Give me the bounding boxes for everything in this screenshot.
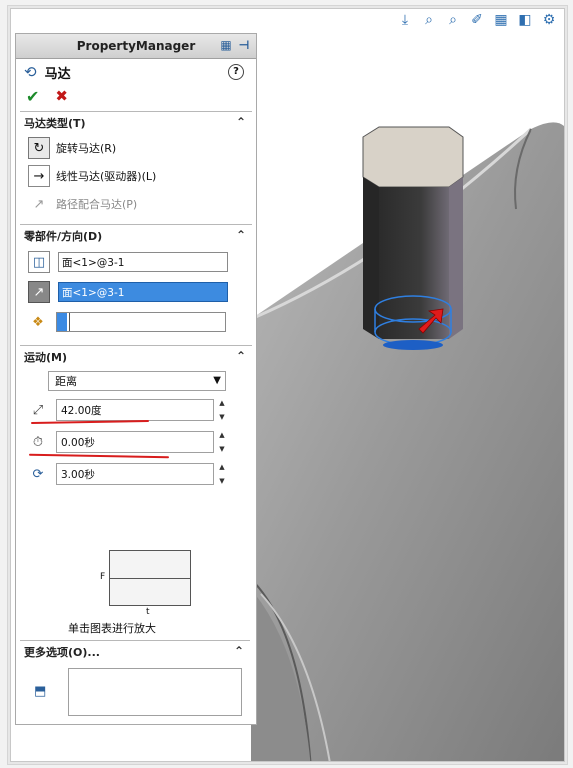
graph-y-label: F (100, 572, 106, 582)
motion-type-row: 距离 ▼ (20, 368, 252, 394)
spin-up-icon[interactable]: ▲ (219, 463, 224, 471)
spin-up-icon[interactable]: ▲ (219, 431, 224, 439)
pin-icon[interactable]: ⊣ (236, 38, 252, 52)
spin-down-icon[interactable]: ▼ (219, 477, 224, 485)
motor-type-section: 马达类型(T) ⌃ ↻ 旋转马达(R) → 线性马达(驱动器)(L) ↗ 路径配… (20, 111, 252, 218)
graph-profile-line (110, 578, 190, 579)
duration-input[interactable]: 3.00秒 (56, 463, 214, 485)
load-faces-icon: ⬒ (34, 684, 47, 699)
component-to-move-row: ❖ (20, 307, 252, 337)
motion-header[interactable]: 运动(M) ⌃ (20, 346, 252, 368)
displacement-input[interactable]: 42.00度 (56, 399, 214, 421)
property-manager-panel: PropertyManager ▦ ⊣ ⟲ 马达 ? ✔ ✖ 马达类型(T) ⌃ (15, 33, 257, 725)
ok-cancel-row: ✔ ✖ (16, 85, 256, 107)
settings-icon[interactable]: ⚙ (540, 11, 558, 29)
motor-type-header[interactable]: 马达类型(T) ⌃ (20, 112, 252, 134)
feature-title: 马达 (44, 66, 71, 82)
motor-location-icon: ◫ (28, 251, 50, 273)
selection-indicator (57, 313, 67, 331)
rotary-motor-icon: ↻ (28, 137, 50, 159)
window: ⤓ ⌕ ⌕ ✐ ▦ ◧ ⚙ PropertyManager ▦ ⊣ ⟲ 马达 ?… (10, 8, 565, 762)
ok-button[interactable]: ✔ (26, 87, 39, 106)
reverse-direction-icon[interactable]: ↗ (28, 281, 50, 303)
outer-frame: ⤓ ⌕ ⌕ ✐ ▦ ◧ ⚙ PropertyManager ▦ ⊣ ⟲ 马达 ?… (0, 0, 573, 768)
start-time-input[interactable]: 0.00秒 (56, 431, 214, 453)
component-direction-section: 零部件/方向(D) ⌃ ◫ 面<1>@3-1 ↗ 面<1>@3-1 ❖ (20, 224, 252, 337)
motion-profile-graph[interactable] (109, 550, 191, 606)
duration-row: ⟳ 3.00秒 ▲ ▼ (20, 458, 252, 490)
spin-down-icon[interactable]: ▼ (219, 413, 224, 421)
start-time-spinner[interactable]: ▲ ▼ (216, 431, 228, 453)
spin-down-icon[interactable]: ▼ (219, 445, 224, 453)
previous-view-icon[interactable]: ⌕ (444, 11, 462, 29)
selection-divider (69, 313, 70, 331)
linear-motor-icon: → (28, 165, 50, 187)
path-mate-motor-icon: ↗ (33, 196, 45, 212)
graph-x-label: t (146, 607, 150, 617)
section-view-icon[interactable]: ✐ (468, 11, 486, 29)
option-label: 线性马达(驱动器)(L) (56, 170, 157, 183)
more-options-list[interactable] (68, 668, 242, 716)
more-options-header-label: 更多选项(O)... (24, 646, 100, 659)
graph-caption: 单击图表进行放大 (68, 622, 156, 635)
motion-type-value: 距离 (55, 375, 77, 388)
more-options-section: 更多选项(O)... ⌃ (20, 640, 250, 663)
collapse-icon[interactable]: ⌃ (236, 349, 246, 363)
component-direction-header-label: 零部件/方向(D) (24, 230, 103, 243)
feature-title-row: ⟲ 马达 ? (16, 59, 256, 85)
motor-direction-field[interactable]: 面<1>@3-1 (58, 282, 228, 302)
help-icon[interactable]: ? (228, 64, 244, 80)
collapse-icon[interactable]: ⌃ (236, 228, 246, 242)
component-to-move-field[interactable] (56, 312, 226, 332)
start-time-row: ⏱ 0.00秒 ▲ ▼ (20, 426, 252, 458)
panel-header: PropertyManager ▦ ⊣ (16, 34, 256, 59)
motor-type-header-label: 马达类型(T) (24, 117, 86, 130)
option-label: 路径配合马达(P) (56, 198, 138, 211)
duration-spinner[interactable]: ▲ ▼ (216, 463, 228, 485)
configuration-icon[interactable]: ▦ (218, 38, 234, 52)
spin-up-icon[interactable]: ▲ (219, 399, 224, 407)
collapse-icon[interactable]: ⌃ (236, 115, 246, 129)
motor-location-row: ◫ 面<1>@3-1 (20, 247, 252, 277)
displacement-icon: ⤢ (32, 402, 44, 418)
header-icons: ▦ ⊣ (218, 38, 252, 52)
dropdown-arrow-icon: ▼ (213, 375, 221, 386)
collapse-icon[interactable]: ⌃ (234, 644, 244, 658)
view-orientation-icon[interactable]: ▦ (492, 11, 510, 29)
component-direction-header[interactable]: 零部件/方向(D) ⌃ (20, 225, 252, 247)
duration-icon: ⟳ (32, 466, 44, 482)
motor-direction-row: ↗ 面<1>@3-1 (20, 277, 252, 307)
component-icon: ❖ (32, 314, 44, 330)
start-time-icon: ⏱ (32, 434, 44, 450)
panel-title: PropertyManager (76, 39, 196, 53)
option-label: 旋转马达(R) (56, 142, 117, 155)
display-style-icon[interactable]: ◧ (516, 11, 534, 29)
option-path-mate-motor[interactable]: ↗ 路径配合马达(P) (20, 190, 252, 218)
zoom-to-fit-icon[interactable]: ⤓ (396, 11, 414, 29)
more-options-header[interactable]: 更多选项(O)... ⌃ (20, 641, 250, 663)
motion-header-label: 运动(M) (24, 351, 68, 364)
option-linear-motor[interactable]: → 线性马达(驱动器)(L) (20, 162, 252, 190)
motion-type-dropdown[interactable]: 距离 ▼ (48, 371, 226, 391)
motor-feature-icon: ⟲ (24, 63, 37, 81)
motor-location-field[interactable]: 面<1>@3-1 (58, 252, 228, 272)
displacement-spinner[interactable]: ▲ ▼ (216, 399, 228, 421)
cancel-button[interactable]: ✖ (55, 87, 68, 105)
motion-section: 运动(M) ⌃ 距离 ▼ ⤢ 42.00度 ▲ ▼ ⏱ 0.00秒 ▲ ▼ ⟳ … (20, 345, 252, 490)
zoom-to-area-icon[interactable]: ⌕ (420, 11, 438, 29)
view-toolbar: ⤓ ⌕ ⌕ ✐ ▦ ◧ ⚙ (396, 9, 558, 31)
option-rotary-motor[interactable]: ↻ 旋转马达(R) (20, 134, 252, 162)
